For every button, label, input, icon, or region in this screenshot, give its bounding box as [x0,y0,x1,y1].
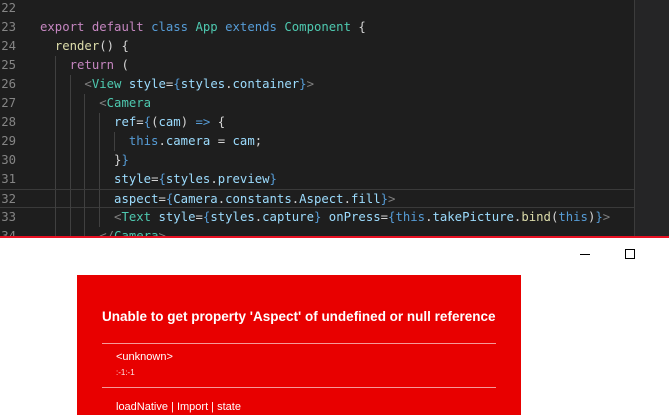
code-text: ref={(cam) => { [114,114,226,129]
indent-guide [84,207,86,227]
maximize-icon [625,249,635,259]
line-number: 22 [1,0,16,15]
indent-guide [69,131,71,151]
code-text: this.camera = cam; [128,133,263,148]
line-number: 30 [1,152,16,167]
indent-guide [54,189,56,209]
line-number: 33 [1,209,16,224]
line-number: 27 [1,95,16,110]
code-text: <View style={styles.container}> [84,76,314,91]
indent-guide [69,207,71,227]
code-text: style={styles.preview} [114,171,277,186]
indent-guide [54,93,56,113]
code-text: <Text style={styles.capture} onPress={th… [114,209,611,224]
code-line[interactable]: 29 this.camera = cam; [0,131,634,151]
stack-frame-name: loadNative | Import | state [116,401,241,413]
indent-guide [54,55,56,75]
line-number: 29 [1,133,16,148]
code-line[interactable]: 24 render() { [0,37,634,56]
indent-guide [69,150,71,170]
indent-guide [69,93,71,113]
code-line[interactable]: 25 return ( [0,55,634,75]
line-number: 31 [1,171,16,186]
frame-separator [102,343,496,344]
code-line[interactable]: 30 }} [0,150,634,170]
code-text: <Camera [99,95,152,110]
indent-guide [99,207,101,227]
stack-frame-location: :-1:-1 [116,368,135,377]
code-line[interactable]: 31 style={styles.preview} [0,169,634,189]
indent-guide [54,169,56,189]
minimap[interactable] [634,0,669,237]
indent-guide [99,112,101,132]
indent-guide [69,189,71,209]
error-message: Unable to get property 'Aspect' of undef… [102,309,496,324]
code-text: export default class App extends Compone… [40,19,366,34]
code-line[interactable]: 32 aspect={Camera.constants.Aspect.fill}… [0,188,634,209]
indent-guide [99,150,101,170]
indent-guide [84,150,86,170]
indent-guide [84,93,86,113]
code-text: render() { [54,38,129,53]
line-number: 23 [1,19,16,34]
code-line[interactable]: 33 <Text style={styles.capture} onPress=… [0,207,634,227]
indent-guide [54,112,56,132]
indent-guide [54,207,56,227]
indent-guide [84,112,86,132]
error-panel: Unable to get property 'Aspect' of undef… [77,275,521,415]
code-editor[interactable]: 22 23 export default class App extends Com… [0,0,669,237]
code-line[interactable]: 23 export default class App extends Compo… [0,18,634,37]
indent-guide [99,169,101,189]
line-number: 25 [1,57,16,72]
code-line[interactable]: 22 [0,0,634,18]
indent-guide [84,189,86,209]
error-divider [0,236,669,238]
indent-guide [69,74,71,94]
line-number: 26 [1,76,16,91]
code-line[interactable]: 27 <Camera [0,93,634,113]
code-text: return ( [69,57,129,72]
code-line[interactable]: 28 ref={(cam) => { [0,112,634,132]
line-number: 24 [1,38,16,53]
line-number: 32 [1,191,16,206]
stack-frame-name: <unknown> [116,351,173,363]
indent-guide [84,131,86,151]
minimize-button[interactable] [575,244,595,264]
code-text: aspect={Camera.constants.Aspect.fill}> [114,191,396,206]
line-number: 28 [1,114,16,129]
code-line[interactable]: 26 <View style={styles.container}> [0,74,634,94]
indent-guide [54,74,56,94]
frame-separator [102,387,496,388]
indent-guide [69,169,71,189]
maximize-button[interactable] [620,244,640,264]
minimize-icon [580,253,590,255]
indent-guide [69,112,71,132]
indent-guide [99,131,101,151]
indent-guide [54,150,56,170]
indent-guide [54,131,56,151]
indent-guide [84,169,86,189]
indent-guide [99,189,101,209]
indent-guide [114,131,115,151]
